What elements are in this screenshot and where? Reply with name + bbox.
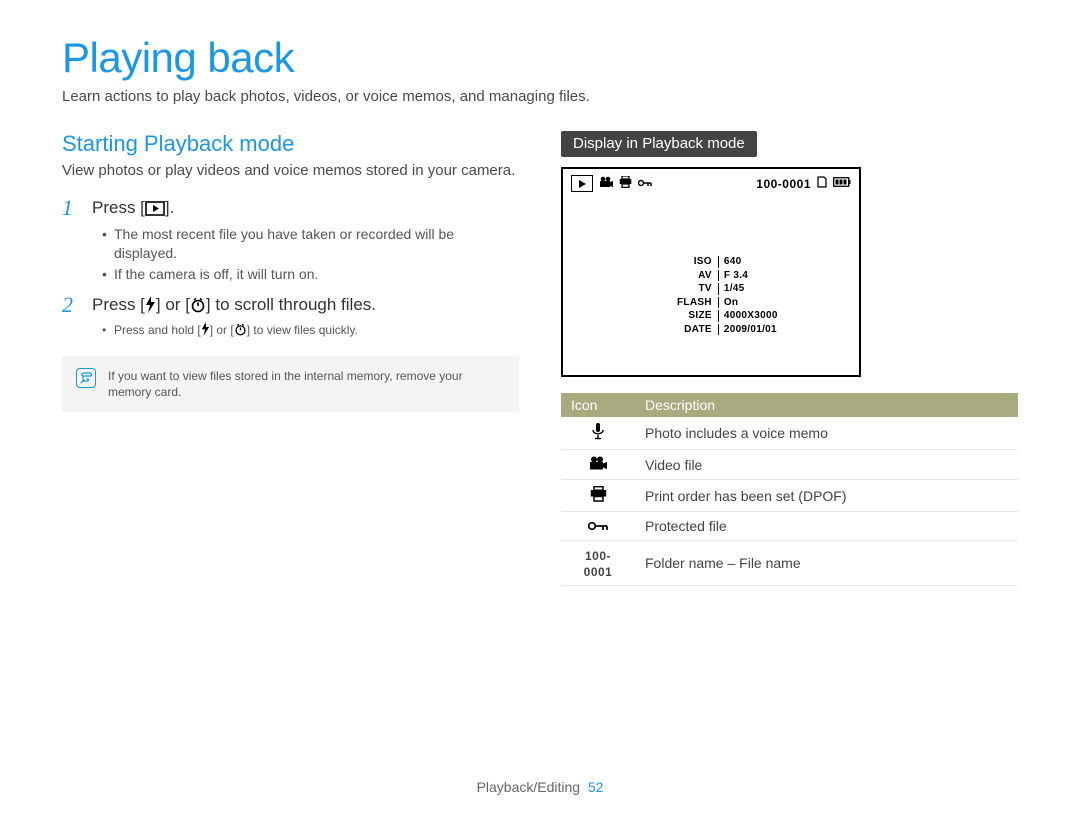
table-row: Print order has been set (DPOF): [561, 480, 1018, 512]
icon-description-table: Icon Description Photo includes a voice …: [561, 393, 1018, 586]
page-title: Playing back: [62, 34, 1018, 82]
lcd-label: SIZE: [677, 310, 716, 322]
section-title: Starting Playback mode: [62, 131, 519, 157]
display-pill: Display in Playback mode: [561, 131, 757, 157]
text-pre: Press [: [92, 295, 145, 314]
video-icon: [561, 450, 635, 480]
note-text: If you want to view files stored in the …: [108, 368, 505, 400]
table-row: Protected file: [561, 512, 1018, 541]
text-post: ].: [165, 198, 174, 217]
step-text: Press [].: [92, 198, 174, 218]
lcd-preview: 100-0001 ISO640 AVF 3.4 TV1/45 FLASHOn S…: [561, 167, 861, 377]
lcd-value: 2009/01/01: [718, 324, 782, 336]
lcd-label: TV: [677, 283, 716, 295]
card-icon: [817, 176, 827, 191]
folder-file-label: 100-0001: [561, 541, 635, 586]
row-desc: Video file: [635, 450, 1018, 480]
step-2: 2 Press [ ] or [ ] to scroll through files…: [62, 292, 519, 338]
self-timer-icon: [190, 297, 206, 313]
page-subtitle: Learn actions to play back photos, video…: [62, 88, 1018, 105]
bullet: If the camera is off, it will turn on.: [102, 265, 519, 284]
section-intro: View photos or play videos and voice mem…: [62, 161, 519, 181]
print-icon: [619, 176, 632, 191]
playback-mode-icon: [571, 175, 593, 192]
row-desc: Protected file: [635, 512, 1018, 541]
sub-post: ] to view files quickly.: [247, 323, 358, 337]
footer-page: 52: [588, 779, 604, 795]
table-row: Video file: [561, 450, 1018, 480]
sub-mid: ] or [: [210, 323, 234, 337]
table-row: 100-0001 Folder name – File name: [561, 541, 1018, 586]
page-footer: Playback/Editing 52: [0, 779, 1080, 795]
lcd-top-bar: 100-0001: [563, 169, 859, 192]
sub-pre: Press and hold [: [114, 323, 201, 337]
playback-button-icon: [145, 201, 165, 216]
step-text: Press [ ] or [ ] to scroll through files.: [92, 295, 376, 315]
table-row: Photo includes a voice memo: [561, 417, 1018, 450]
lcd-label: ISO: [677, 256, 716, 268]
step-1: 1 Press []. The most recent file you hav…: [62, 195, 519, 284]
lcd-value: 640: [718, 256, 782, 268]
bullet: The most recent file you have taken or r…: [102, 225, 519, 263]
lcd-value: F 3.4: [718, 270, 782, 282]
row-desc: Folder name – File name: [635, 541, 1018, 586]
columns: Starting Playback mode View photos or pl…: [62, 131, 1018, 586]
lcd-label: FLASH: [677, 297, 716, 309]
key-icon: [638, 178, 652, 190]
battery-icon: [833, 177, 851, 190]
lcd-value: On: [718, 297, 782, 309]
right-column: Display in Playback mode 100-0001 ISO640…: [561, 131, 1018, 586]
lcd-file-label: 100-0001: [756, 177, 811, 191]
lcd-label: AV: [677, 270, 716, 282]
microphone-icon: [561, 417, 635, 450]
note-icon: [76, 368, 96, 388]
th-desc: Description: [635, 393, 1018, 417]
row-desc: Print order has been set (DPOF): [635, 480, 1018, 512]
step-head: 1 Press [].: [62, 195, 519, 221]
key-icon: [561, 512, 635, 541]
steps: 1 Press []. The most recent file you hav…: [62, 195, 519, 338]
lcd-info-block: ISO640 AVF 3.4 TV1/45 FLASHOn SIZE4000X3…: [675, 254, 784, 337]
lcd-label: DATE: [677, 324, 716, 336]
page: Playing back Learn actions to play back …: [0, 0, 1080, 815]
self-timer-icon: [234, 323, 247, 336]
left-column: Starting Playback mode View photos or pl…: [62, 131, 519, 586]
note-box: If you want to view files stored in the …: [62, 356, 519, 412]
flash-icon: [145, 296, 156, 313]
lcd-value: 1/45: [718, 283, 782, 295]
print-icon: [561, 480, 635, 512]
step-2-bullets: Press and hold [ ] or [ ] to view files qu…: [62, 322, 519, 338]
th-icon: Icon: [561, 393, 635, 417]
row-desc: Photo includes a voice memo: [635, 417, 1018, 450]
step-number: 2: [62, 292, 82, 318]
bullet: Press and hold [ ] or [ ] to view files qu…: [102, 322, 519, 338]
text-mid: ] or [: [156, 295, 190, 314]
text-post: ] to scroll through files.: [206, 295, 376, 314]
video-icon: [599, 176, 613, 191]
flash-icon: [201, 322, 210, 336]
footer-section: Playback/Editing: [477, 779, 581, 795]
step-head: 2 Press [ ] or [ ] to scroll through files…: [62, 292, 519, 318]
step-1-bullets: The most recent file you have taken or r…: [62, 225, 519, 284]
step-number: 1: [62, 195, 82, 221]
lcd-value: 4000X3000: [718, 310, 782, 322]
text-pre: Press [: [92, 198, 145, 217]
